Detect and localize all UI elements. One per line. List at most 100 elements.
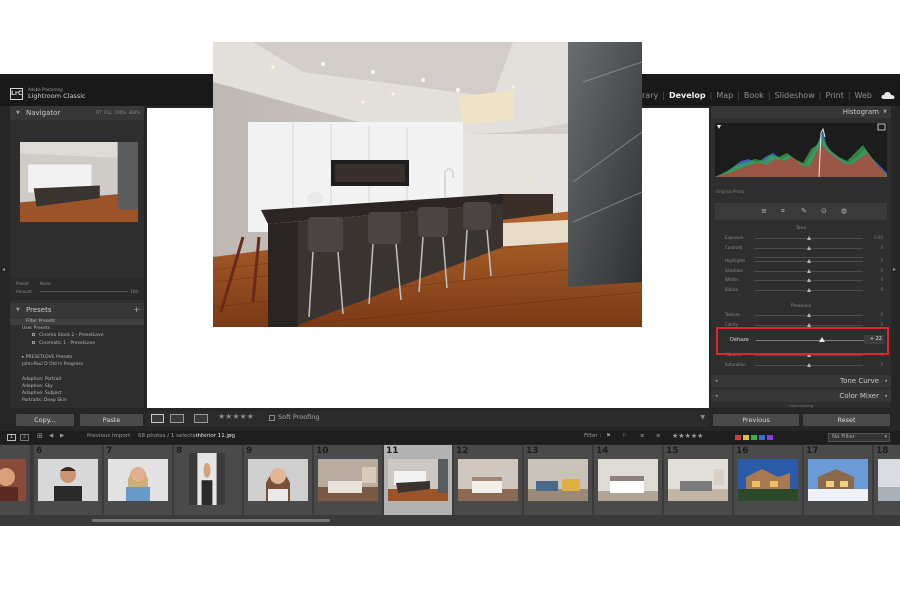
previous-button[interactable]: Previous [713,414,799,426]
forward-arrow-icon[interactable]: ▶ [60,433,64,439]
filter-preset-select[interactable]: No Filter ▾ [828,433,890,442]
filmstrip-thumb[interactable]: 13 [524,445,593,515]
red-label-swatch[interactable] [735,435,741,440]
filmstrip-thumb[interactable]: 12 [454,445,523,515]
filmstrip-thumb[interactable]: 11 [384,445,453,515]
preset-item[interactable]: ▸ PRESETLOVE Presets [10,354,144,361]
filename-dropdown-icon[interactable]: ▾ [229,433,232,439]
flag-icon[interactable]: ⚑ [606,433,611,439]
slider-value[interactable]: 0 [880,245,883,250]
slider-knob[interactable] [806,236,811,240]
second-window-icon[interactable]: 2 [20,434,29,441]
slider-value[interactable]: 0 [880,258,883,263]
slider-knob[interactable] [806,313,811,317]
preset-item[interactable]: Adaptive: Subject [10,390,144,397]
preset-item[interactable]: Adaptive: Portrait [10,376,144,383]
sliders-icon[interactable]: ≡ [761,207,767,215]
module-develop[interactable]: Develop [669,91,706,100]
cloud-icon[interactable] [881,91,895,100]
tone-curve-header[interactable]: ◂ Tone Curve ◂ [711,375,891,387]
loupe-view-icon[interactable] [151,414,164,423]
amount-slider-track[interactable] [40,291,128,292]
left-panel-toggle-icon[interactable]: ◂ [2,266,5,273]
unflag-icon[interactable]: ⚐ [622,433,627,439]
preset-item[interactable]: Cinematic 1 - PresetLove [10,340,144,347]
navigator-preview[interactable] [20,142,138,222]
slider-value[interactable]: 0 [880,287,883,292]
yy-view-icon[interactable] [194,414,208,423]
original-photo-label[interactable]: Original Photo [716,189,744,194]
filmstrip-thumb[interactable] [0,445,31,515]
filmstrip-thumb[interactable]: 7 [104,445,173,515]
right-panel-toggle-icon[interactable]: ▸ [893,266,896,273]
toolbar-menu-chevron-icon[interactable]: ▼ [700,414,705,421]
navigator-header[interactable]: ▼ Navigator FIT FILL 100% 300% [10,106,144,120]
slider-value[interactable]: 0 [880,322,883,327]
copy-button[interactable]: Copy... [16,414,74,426]
filmstrip-thumb[interactable]: 14 [594,445,663,515]
histogram-header[interactable]: Histogram ▼ [711,106,891,118]
zoom-fit[interactable]: FIT [96,110,102,115]
slider-value[interactable]: 0 [880,362,883,367]
preset-item[interactable]: John-Paul D Old In Progress [10,361,144,368]
slider-knob[interactable] [806,278,811,282]
dehaze-slider-track[interactable] [756,340,864,341]
blue-label-swatch[interactable] [759,435,765,440]
module-slideshow[interactable]: Slideshow [775,91,815,100]
filmstrip-thumb[interactable]: 15 [664,445,733,515]
source-label[interactable]: Previous Import [87,433,130,439]
preset-item[interactable]: User Presets [10,325,144,332]
slider-value[interactable]: 0 [880,268,883,273]
rating-stars[interactable]: ★★★★★ [218,412,254,421]
module-book[interactable]: Book [744,91,764,100]
color-mixer-header[interactable]: ◂ Color Mixer ◂ [711,390,891,402]
module-web[interactable]: Web [855,91,872,100]
slider-knob[interactable] [806,245,811,250]
paste-button[interactable]: Paste [80,414,143,426]
slider-value[interactable]: 0.00 [874,235,883,240]
main-window-icon[interactable]: 1 [7,434,16,441]
dehaze-value-field[interactable]: + 22 [864,335,884,344]
color-grading-header[interactable]: Color Grading [711,404,891,408]
module-print[interactable]: Print [825,91,843,100]
main-photo[interactable] [213,42,642,327]
preset-item[interactable]: Portraits: Deep Skin [10,397,144,404]
preset-item[interactable]: Adaptive: Sky [10,383,144,390]
yellow-label-swatch[interactable] [743,435,749,440]
filmstrip-thumb[interactable]: 16 [734,445,803,515]
dehaze-slider-knob[interactable] [818,337,825,342]
filmstrip-thumb[interactable]: 9 [244,445,313,515]
grid-view-icon[interactable]: ⊞ [37,432,43,440]
healing-brush-icon[interactable]: ✎ [801,207,807,215]
zoom-100[interactable]: 100% [115,110,126,115]
filmstrip-thumb[interactable]: 6 [34,445,103,515]
navigator-zoom-options[interactable]: FIT FILL 100% 300% [96,106,140,120]
slider-value[interactable]: 0 [880,277,883,282]
slider-knob[interactable] [806,259,811,263]
back-arrow-icon[interactable]: ◀ [49,433,53,439]
preset-item[interactable]: Filter Presets [10,318,144,326]
preset-item[interactable]: Cinema Stock 2 - PresetLove [10,332,144,339]
slider-knob[interactable] [806,362,811,367]
slider-knob[interactable] [806,287,811,292]
zoom-300[interactable]: 300% [129,110,140,115]
filmstrip-thumb[interactable]: 8 [174,445,243,515]
reset-button[interactable]: Reset [803,414,890,426]
filmstrip-thumb[interactable]: 17 [804,445,873,515]
virtual-copy-icon[interactable]: ≡ [656,433,661,439]
filmstrip-scrollbar[interactable] [92,519,330,522]
filmstrip-thumb[interactable]: 18 [874,445,900,515]
masking-icon[interactable]: ◍ [841,207,847,215]
red-eye-icon[interactable]: ⊙ [821,207,827,215]
rating-filter-icon[interactable]: ≥ [640,433,645,439]
green-label-swatch[interactable] [751,435,757,440]
soft-proofing-checkbox[interactable] [269,415,275,421]
histogram[interactable] [715,123,887,177]
crop-icon[interactable]: ⌗ [781,207,785,216]
slider-knob[interactable] [806,268,811,273]
presets-header[interactable]: ▼ Presets + [10,303,144,317]
zoom-fill[interactable]: FILL [104,110,112,115]
slider-value[interactable]: 0 [880,312,883,317]
rating-filter-stars[interactable]: ★★★★★ [672,432,703,440]
plus-icon[interactable]: + [133,303,140,317]
